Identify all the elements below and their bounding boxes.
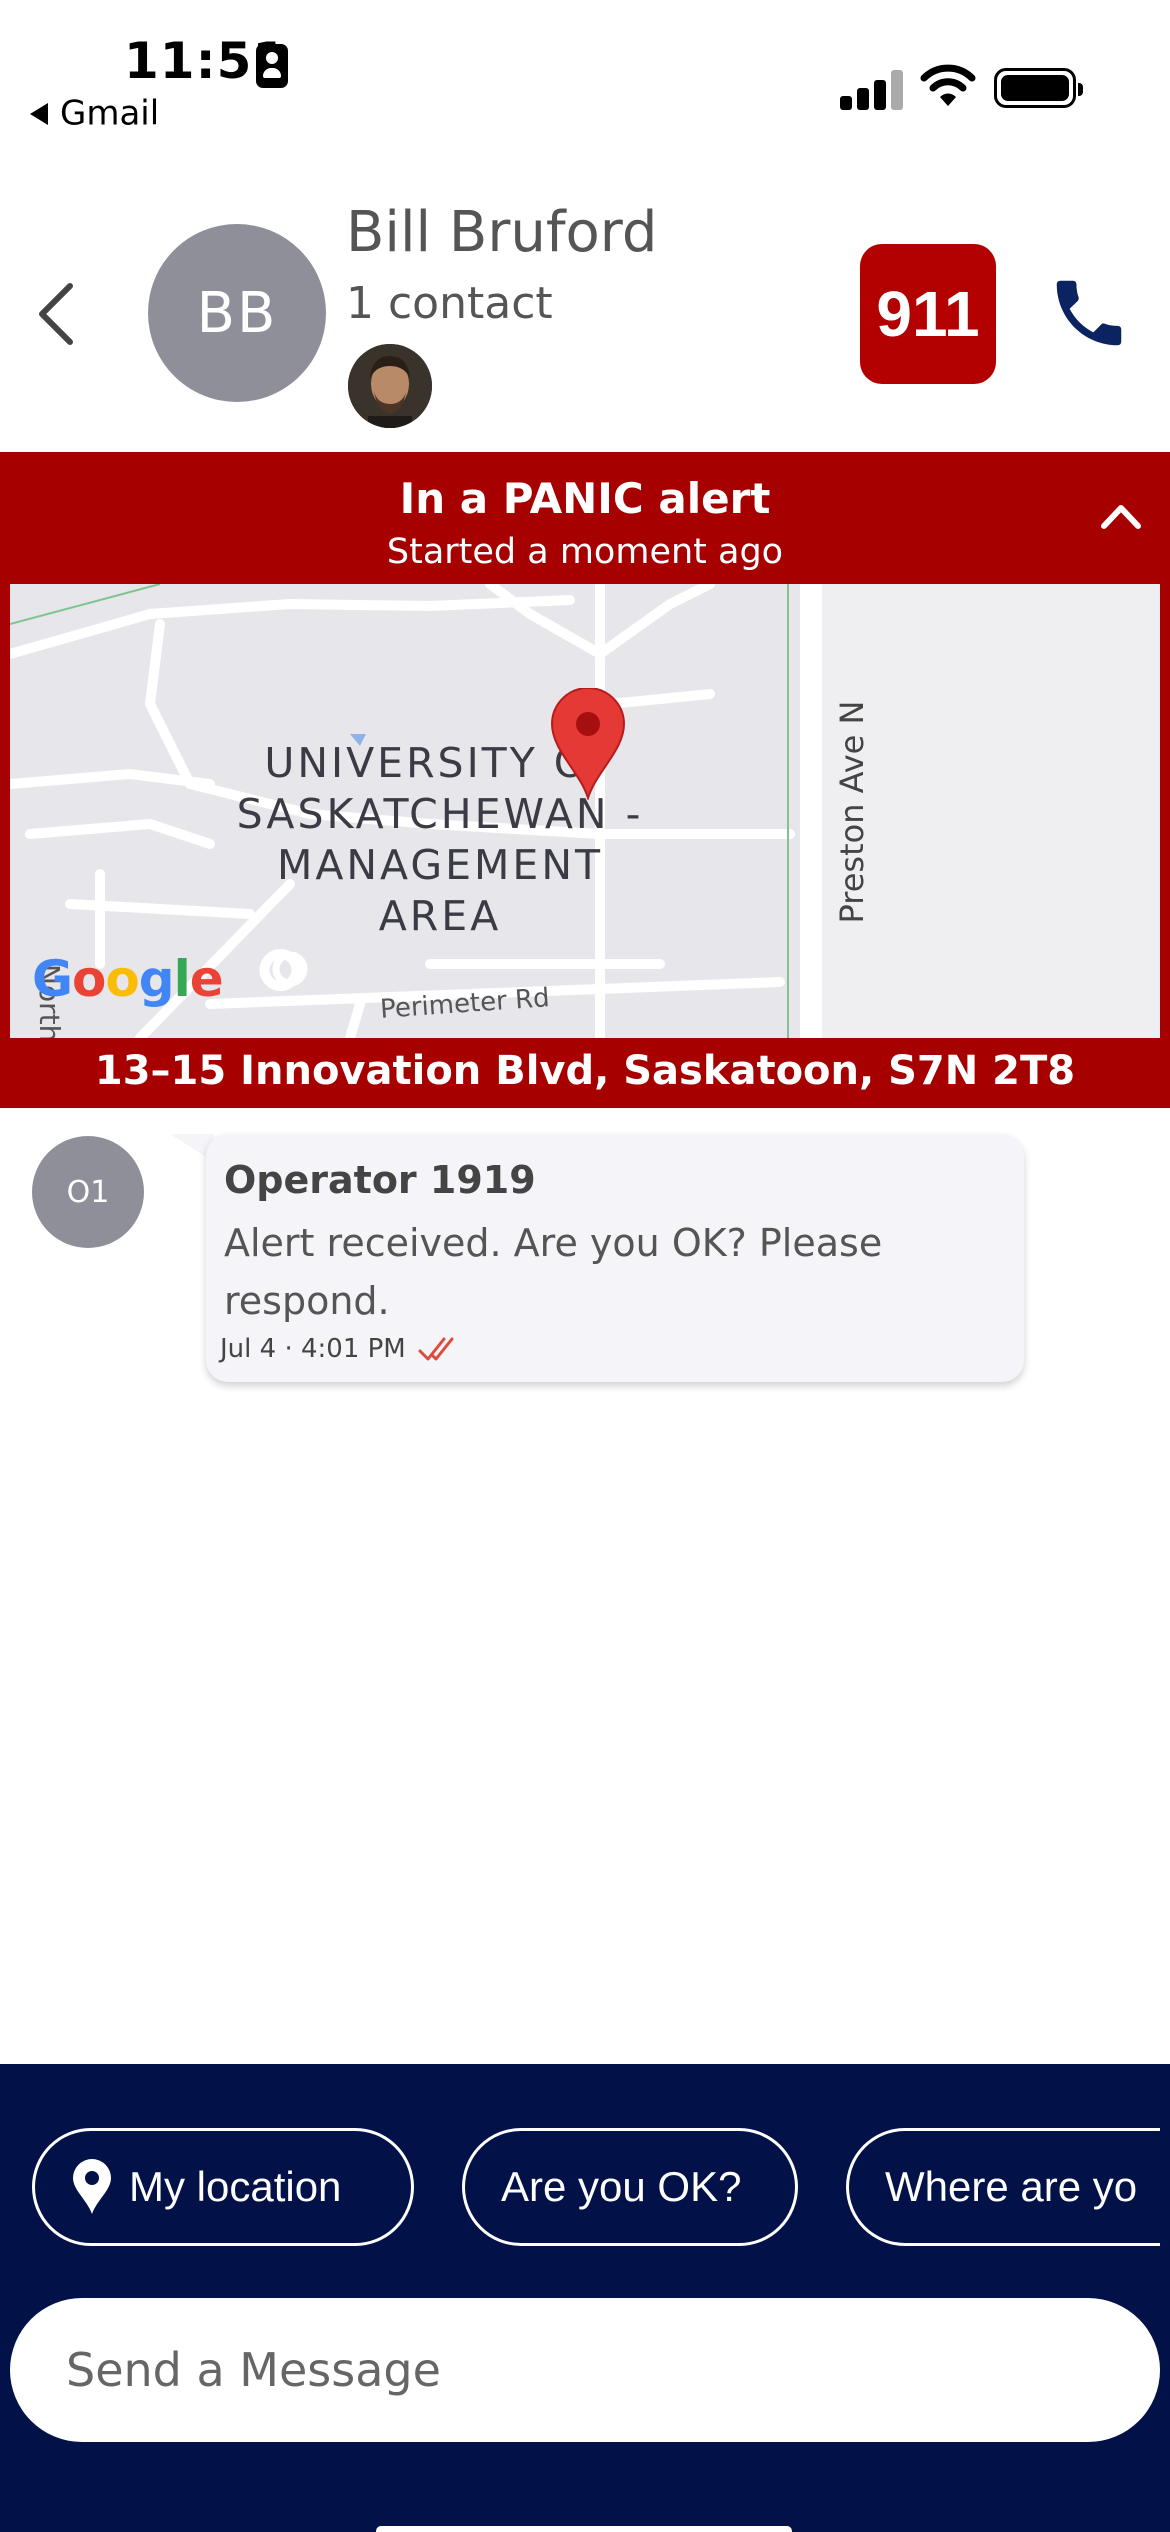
panic-alert-banner[interactable]: In a PANIC alert Started a moment ago: [0, 452, 1170, 584]
quick-reply-where-are-you[interactable]: Where are yo: [846, 2128, 1170, 2246]
composer-panel: My location Are you OK? Where are yo: [0, 2064, 1170, 2532]
location-map[interactable]: UNIVERSITY OF SASKATCHEWAN - MANAGEMENT …: [10, 584, 1160, 1038]
contact-photo-avatar[interactable]: [348, 344, 432, 428]
chevron-up-icon[interactable]: [1098, 498, 1144, 534]
location-pin-icon: [73, 2159, 111, 2214]
back-to-gmail-link[interactable]: Gmail: [30, 92, 159, 134]
emergency-911-button[interactable]: 911: [860, 244, 996, 384]
quick-reply-row[interactable]: My location Are you OK? Where are yo: [0, 2128, 1170, 2246]
back-triangle-icon: [30, 102, 48, 125]
quick-reply-label: Where are yo: [885, 2163, 1138, 2210]
operator-avatar[interactable]: O1: [32, 1136, 144, 1248]
status-bar: 11:51 Gmail: [0, 0, 1170, 150]
back-chevron-icon[interactable]: [34, 282, 78, 346]
home-indicator[interactable]: [376, 2526, 792, 2532]
alert-address: 13–15 Innovation Blvd, Saskatoon, S7N 2T…: [0, 1038, 1170, 1108]
google-logo: Google: [32, 950, 224, 1008]
map-street-label: Preston Ave N: [833, 700, 871, 924]
phone-call-icon[interactable]: [1046, 270, 1132, 356]
contact-avatar[interactable]: BB: [148, 224, 326, 402]
map-pin-icon[interactable]: [550, 688, 626, 800]
wifi-icon: [920, 64, 976, 106]
message-timestamp: Jul 4 · 4:01 PM: [220, 1334, 406, 1364]
message-sender: Operator 1919: [224, 1158, 536, 1202]
double-check-icon: [418, 1337, 454, 1360]
contact-card-icon: [256, 44, 288, 88]
map-frame: UNIVERSITY OF SASKATCHEWAN - MANAGEMENT …: [0, 584, 1170, 1038]
back-app-label: Gmail: [60, 93, 160, 134]
alert-title: In a PANIC alert: [399, 474, 771, 523]
chat-header: BB Bill Bruford 1 contact 911: [0, 170, 1170, 450]
cellular-signal-icon: [840, 70, 904, 110]
quick-reply-are-you-ok[interactable]: Are you OK?: [462, 2128, 798, 2246]
alert-subtitle: Started a moment ago: [386, 532, 784, 572]
quick-reply-label: My location: [129, 2163, 342, 2210]
battery-icon: [994, 68, 1083, 108]
message-bubble[interactable]: Operator 1919 Alert received. Are you OK…: [206, 1134, 1024, 1382]
chip-row-edge: [1160, 2128, 1170, 2246]
quick-reply-label: Are you OK?: [501, 2163, 742, 2210]
contact-count: 1 contact: [346, 278, 553, 329]
contact-name: Bill Bruford: [346, 200, 658, 265]
message-meta: Jul 4 · 4:01 PM: [220, 1334, 464, 1365]
message-list-item: O1 Operator 1919 Alert received. Are you…: [0, 1108, 1170, 1394]
quick-reply-my-location[interactable]: My location: [32, 2128, 414, 2246]
message-input[interactable]: [10, 2298, 1160, 2442]
message-text: Alert received. Are you OK? Please respo…: [224, 1221, 883, 1323]
